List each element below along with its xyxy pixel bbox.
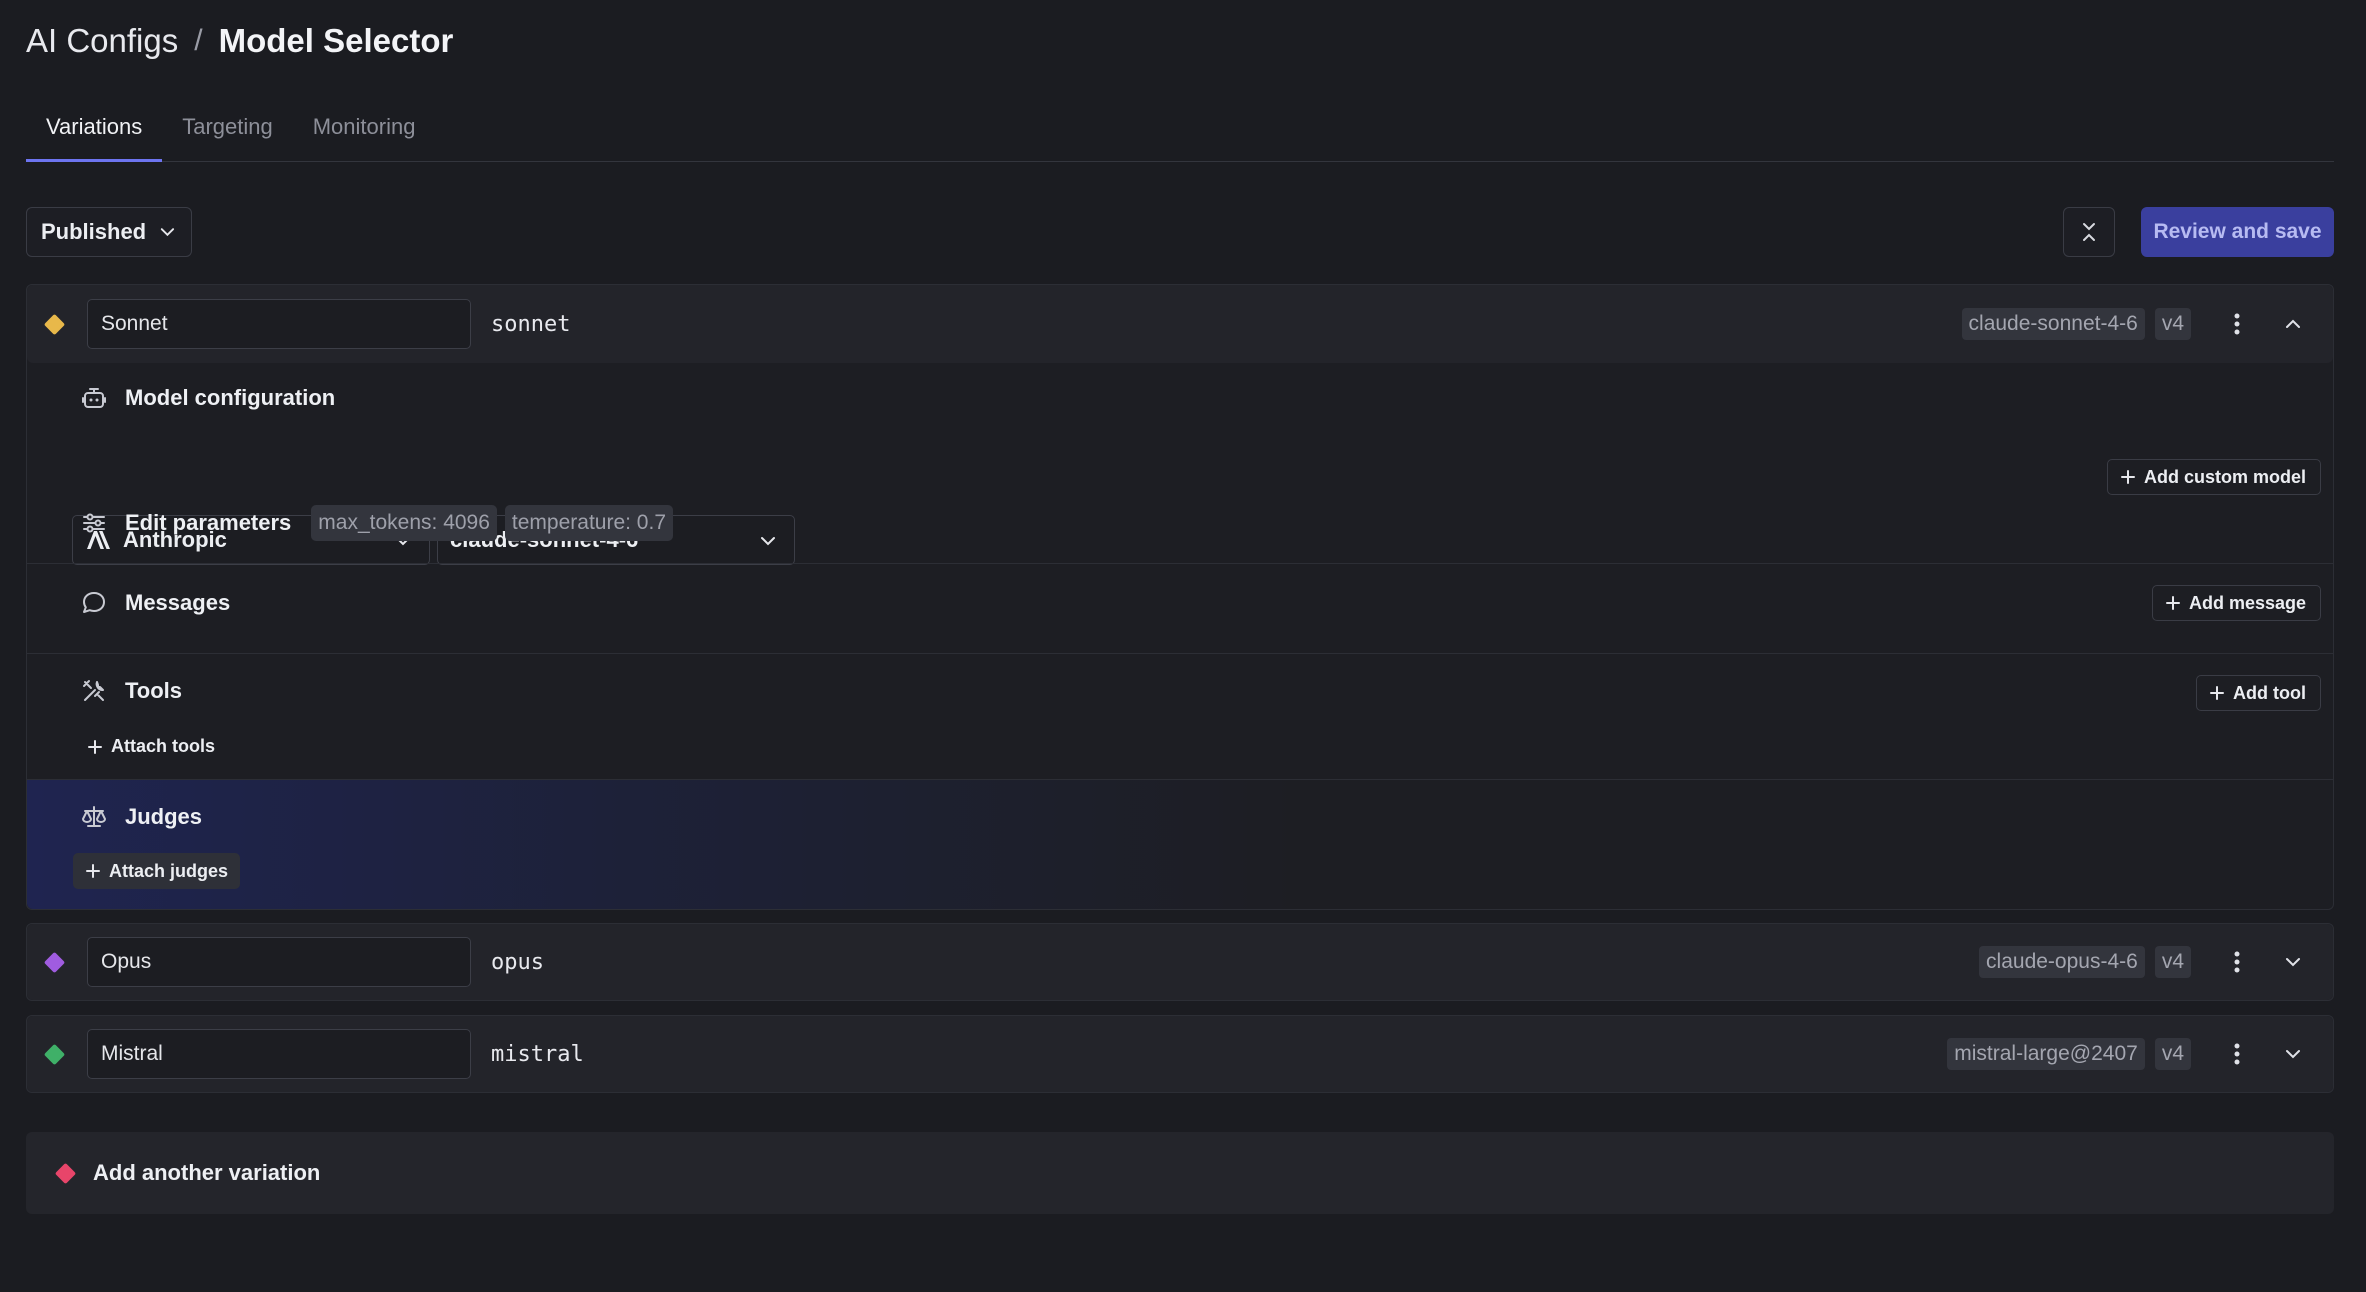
tab-variations[interactable]: Variations — [26, 100, 163, 162]
model-tag: mistral-large@2407 — [1947, 1038, 2145, 1070]
parameter-tag: temperature: 0.7 — [504, 505, 673, 541]
variation-header[interactable]: Mistral mistral mistral-large@2407 v4 — [27, 1016, 2333, 1092]
more-options-button[interactable] — [2217, 942, 2257, 982]
model-tag: claude-opus-4-6 — [1979, 946, 2145, 978]
edit-parameters-button[interactable]: Edit parameters — [79, 508, 291, 538]
variation-name-input[interactable]: Sonnet — [87, 299, 471, 349]
variation-color-diamond — [43, 313, 66, 335]
variation-key: sonnet — [491, 311, 571, 337]
variation-name-input[interactable]: Mistral — [87, 1029, 471, 1079]
variation-name-input[interactable]: Opus — [87, 937, 471, 987]
add-custom-model-label: Add custom model — [2143, 466, 2306, 487]
tab-bar: Variations Targeting Monitoring — [26, 100, 2334, 162]
kebab-icon — [2234, 313, 2240, 335]
expand-variation-button[interactable] — [2273, 1034, 2313, 1074]
plus-icon — [2165, 596, 2180, 610]
attach-tools-button[interactable]: Attach tools — [87, 736, 215, 757]
plus-icon — [2210, 686, 2225, 700]
more-options-button[interactable] — [2217, 1034, 2257, 1074]
messages-label: Messages — [125, 590, 231, 615]
variation-card-opus: Opus opus claude-opus-4-6 v4 — [26, 923, 2334, 1001]
attach-judges-label: Attach judges — [109, 860, 229, 881]
collapse-all-button[interactable] — [2063, 207, 2115, 257]
variation-header[interactable]: Opus opus claude-opus-4-6 v4 — [27, 924, 2333, 1000]
tab-monitoring[interactable]: Monitoring — [293, 100, 436, 162]
judges-label: Judges — [125, 804, 203, 829]
add-variation-diamond-icon — [54, 1162, 77, 1184]
add-variation-label: Add another variation — [93, 1160, 321, 1185]
add-tool-button[interactable]: Add tool — [2196, 675, 2321, 711]
judges-title: Judges — [79, 802, 202, 832]
review-and-save-button[interactable]: Review and save — [2141, 207, 2334, 257]
status-select-label: Published — [41, 219, 147, 244]
edit-parameters-label: Edit parameters — [125, 510, 292, 535]
attach-judges-button[interactable]: Attach judges — [73, 853, 241, 889]
kebab-icon — [2234, 1043, 2240, 1065]
messages-section: Messages Add message — [27, 563, 2333, 653]
chevron-down-icon — [2286, 958, 2300, 967]
page-title: Model Selector — [218, 22, 454, 59]
variation-header[interactable]: Sonnet sonnet claude-sonnet-4-6 v4 — [27, 285, 2333, 363]
variation-color-diamond — [43, 951, 66, 973]
edit-parameters-row: Edit parameters max_tokens: 4096 tempera… — [79, 505, 681, 541]
breadcrumb-separator: / — [194, 24, 203, 57]
version-tag: v4 — [2154, 308, 2191, 340]
version-tag: v4 — [2154, 1038, 2191, 1070]
collapse-variation-button[interactable] — [2273, 304, 2313, 344]
parameter-tag: max_tokens: 4096 — [311, 505, 497, 541]
attach-tools-label: Attach tools — [111, 736, 216, 756]
status-select[interactable]: Published — [26, 207, 192, 257]
add-message-button[interactable]: Add message — [2151, 585, 2321, 621]
breadcrumb: AI Configs / Model Selector — [26, 22, 453, 60]
add-tool-label: Add tool — [2233, 682, 2306, 703]
add-custom-model-button[interactable]: Add custom model — [2106, 459, 2321, 495]
expand-variation-button[interactable] — [2273, 942, 2313, 982]
collapse-icon — [2083, 223, 2095, 241]
chevron-up-icon — [2286, 319, 2300, 328]
version-tag: v4 — [2154, 946, 2191, 978]
model-tag: claude-sonnet-4-6 — [1961, 308, 2145, 340]
tools-section: Tools Add tool Attach tools — [27, 653, 2333, 779]
sliders-icon — [79, 508, 109, 538]
plus-icon — [86, 864, 100, 878]
breadcrumb-parent[interactable]: AI Configs — [26, 22, 178, 60]
add-message-label: Add message — [2188, 592, 2306, 613]
tools-icon — [79, 676, 109, 706]
tools-title: Tools — [79, 676, 182, 706]
tools-label: Tools — [125, 678, 183, 703]
model-configuration-title: Model configuration — [79, 383, 335, 413]
messages-title: Messages — [79, 588, 230, 618]
model-configuration-label: Model configuration — [125, 385, 336, 410]
chevron-down-icon — [761, 537, 775, 546]
robot-icon — [79, 383, 109, 413]
tab-targeting[interactable]: Targeting — [162, 100, 293, 162]
scale-icon — [79, 802, 109, 832]
variation-card-sonnet: Sonnet sonnet claude-sonnet-4-6 v4 Model… — [26, 284, 2334, 910]
chevron-down-icon — [160, 228, 175, 237]
variation-key: mistral — [491, 1041, 584, 1067]
chat-bubble-icon — [79, 588, 109, 618]
add-variation-button[interactable]: Add another variation — [26, 1132, 2334, 1214]
variation-color-diamond — [43, 1043, 66, 1065]
plus-icon — [2120, 470, 2135, 484]
more-options-button[interactable] — [2217, 304, 2257, 344]
variation-key: opus — [491, 949, 544, 975]
judges-section: Judges Attach judges — [27, 779, 2333, 909]
chevron-down-icon — [2286, 1050, 2300, 1059]
plus-icon — [88, 739, 102, 754]
variation-card-mistral: Mistral mistral mistral-large@2407 v4 — [26, 1015, 2334, 1093]
kebab-icon — [2234, 951, 2240, 973]
